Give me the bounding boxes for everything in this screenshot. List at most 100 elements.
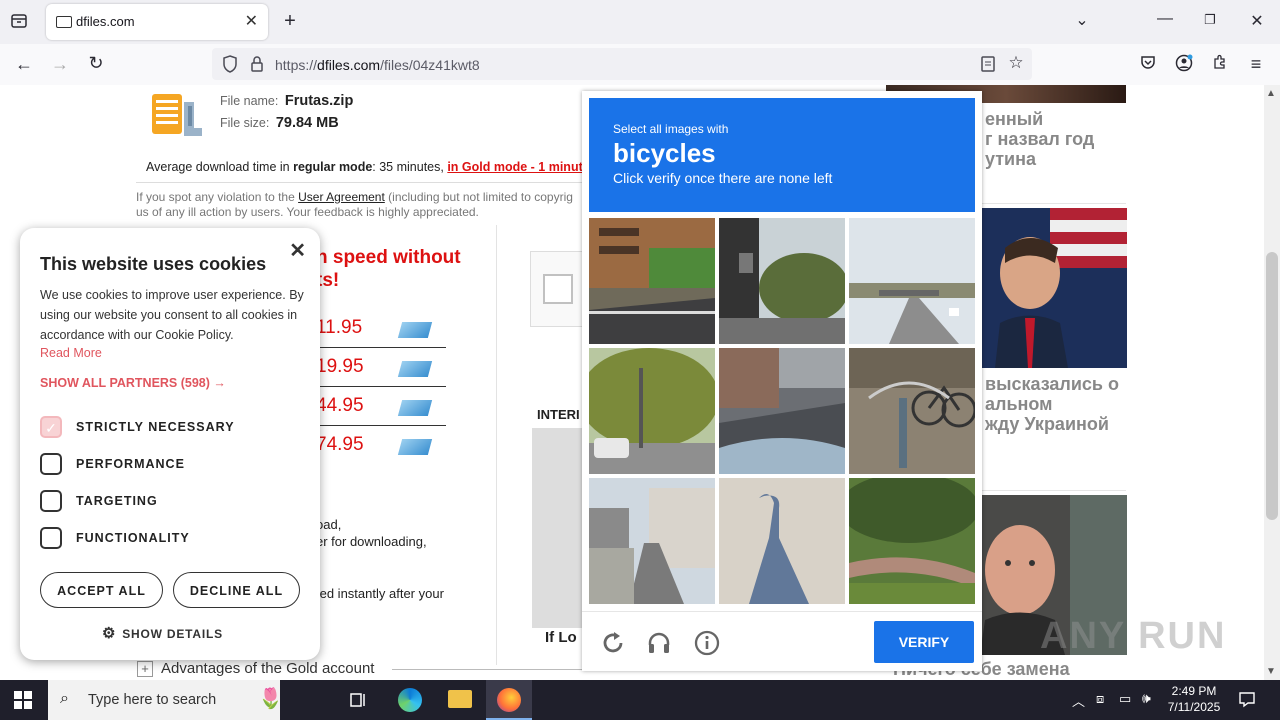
cookie-description: We use cookies to improve user experienc… — [40, 288, 304, 342]
captcha-divider — [582, 611, 982, 612]
price-row-1[interactable]: 11.95 — [316, 317, 362, 339]
captcha-tile[interactable] — [589, 478, 715, 604]
decline-all-button[interactable]: DECLINE ALL — [173, 572, 300, 608]
advantages-heading[interactable]: Advantages of the Gold account — [161, 660, 374, 677]
expand-plus-icon[interactable]: + — [137, 661, 153, 677]
verify-button[interactable]: VERIFY — [874, 621, 974, 663]
close-window-icon[interactable]: ✕ — [1247, 11, 1267, 31]
captcha-header: Select all images with bicycles Click ve… — [589, 98, 975, 212]
cookie-option-label: PERFORMANCE — [76, 457, 185, 471]
file-name-row: File name: Frutas.zip — [220, 93, 354, 109]
taskbar: ⌕ Type here to search 🌷 ︿ ⧈ ▭ 🕪 2:49 PM … — [0, 680, 1280, 720]
firefox-taskbar-button[interactable] — [486, 680, 532, 720]
column-divider — [496, 225, 497, 665]
credit-card-icon — [397, 439, 433, 455]
price-row-4[interactable]: 74.95 — [316, 434, 364, 456]
lock-icon[interactable] — [250, 55, 264, 76]
network-icon[interactable]: ▭ — [1119, 691, 1131, 707]
captcha-tile[interactable] — [719, 478, 845, 604]
cookie-option-label: STRICTLY NECESSARY — [76, 420, 235, 434]
price-divider — [316, 425, 446, 426]
show-partners-link[interactable]: SHOW ALL PARTNERS (598) → — [40, 376, 226, 390]
tracking-shield-icon[interactable] — [222, 55, 238, 76]
scroll-down-icon[interactable]: ▼ — [1266, 666, 1276, 677]
image-captcha-challenge: Select all images with bicycles Click ve… — [582, 91, 982, 671]
cookie-option-label: FUNCTIONALITY — [76, 531, 190, 545]
show-details-button[interactable]: ⚙ SHOW DETAILS — [102, 624, 223, 642]
back-icon[interactable]: ← — [14, 54, 34, 75]
watermark: ANY RUN — [1040, 615, 1227, 657]
volume-icon[interactable]: 🕪 — [1142, 690, 1151, 707]
captcha-keyword: bicycles — [613, 138, 716, 168]
article-title[interactable]: If Lo — [545, 629, 577, 646]
accept-all-button[interactable]: ACCEPT ALL — [40, 572, 163, 608]
captcha-tile[interactable] — [589, 218, 715, 344]
account-icon[interactable] — [1174, 54, 1194, 77]
restore-icon[interactable]: ❐ — [1200, 12, 1220, 28]
task-view-icon[interactable] — [350, 691, 368, 712]
chevron-down-icon[interactable]: ⌄ — [1072, 10, 1092, 30]
active-tab[interactable]: dfiles.com ✕ — [46, 4, 268, 40]
recaptcha-checkbox[interactable] — [543, 274, 573, 304]
new-tab-icon[interactable]: + — [280, 10, 300, 33]
price-value: 74.95 — [316, 434, 364, 455]
clock[interactable]: 2:49 PM 7/11/2025 — [1166, 683, 1222, 715]
checkbox[interactable] — [40, 490, 62, 512]
menu-icon[interactable]: ≡ — [1246, 54, 1266, 75]
captcha-tile[interactable] — [849, 218, 975, 344]
download-time-text: Average download time in regular mode: 3… — [146, 160, 583, 174]
checkbox[interactable] — [40, 527, 62, 549]
pocket-icon[interactable] — [1138, 54, 1158, 75]
news-title-2[interactable]: высказались о альном жду Украиной — [985, 374, 1119, 434]
video-thumbnail[interactable] — [532, 428, 584, 628]
windows-start-icon[interactable] — [14, 691, 32, 712]
captcha-tile[interactable] — [719, 218, 845, 344]
reload-challenge-icon[interactable] — [600, 630, 626, 659]
price-divider — [316, 386, 446, 387]
audio-challenge-icon[interactable] — [646, 630, 672, 659]
price-value: 11.95 — [316, 317, 363, 338]
price-divider — [316, 347, 446, 348]
archive-file-icon — [150, 90, 208, 145]
tulip-decoration-icon: 🌷 — [258, 688, 283, 710]
device-icon[interactable]: ⧈ — [1096, 691, 1104, 707]
gold-mode-link[interactable]: in Gold mode - 1 minut — [447, 160, 582, 174]
checkbox[interactable] — [40, 453, 62, 475]
divider — [392, 669, 592, 670]
cookie-title: This website uses cookies — [40, 254, 267, 274]
captcha-tile[interactable] — [719, 348, 845, 474]
captcha-tile[interactable] — [849, 348, 975, 474]
captcha-tile[interactable] — [589, 348, 715, 474]
scrollbar-thumb[interactable] — [1266, 252, 1278, 520]
close-tab-icon[interactable]: ✕ — [245, 11, 258, 31]
internet-label: INTERI — [537, 407, 580, 422]
read-more-link[interactable]: Read More — [40, 346, 102, 360]
user-agreement-link[interactable]: User Agreement — [298, 190, 385, 204]
news-title-1[interactable]: енный г назвал год утина — [985, 109, 1094, 169]
cookie-option-performance[interactable]: PERFORMANCE — [40, 453, 300, 479]
notification-icon[interactable] — [1238, 690, 1256, 711]
info-icon[interactable] — [694, 630, 720, 659]
show-hidden-icons-icon[interactable]: ︿ — [1072, 691, 1085, 710]
cookie-option-targeting[interactable]: TARGETING — [40, 490, 300, 516]
minimize-icon[interactable]: — — [1155, 10, 1175, 28]
checkmark-icon[interactable]: ✓ — [40, 416, 62, 438]
edge-browser-icon[interactable] — [398, 688, 422, 712]
reader-view-icon[interactable] — [980, 55, 996, 76]
tab-list-icon[interactable] — [8, 12, 30, 35]
news-photo[interactable] — [980, 208, 1127, 368]
price-row-3[interactable]: 44.95 — [316, 395, 364, 417]
cookie-option-strictly-necessary[interactable]: ✓ STRICTLY NECESSARY — [40, 416, 300, 442]
scroll-up-icon[interactable]: ▲ — [1266, 88, 1276, 99]
close-icon[interactable]: ✕ — [289, 238, 306, 263]
file-explorer-icon[interactable] — [448, 690, 472, 708]
captcha-tile[interactable] — [849, 478, 975, 604]
reload-icon[interactable]: ↻ — [86, 53, 106, 74]
extensions-icon[interactable] — [1210, 54, 1230, 75]
taskbar-search-box[interactable]: ⌕ Type here to search 🌷 — [48, 680, 283, 720]
clock-date: 7/11/2025 — [1167, 700, 1221, 714]
price-row-2[interactable]: 19.95 — [316, 356, 364, 378]
bookmark-star-icon[interactable]: ☆ — [1006, 53, 1026, 73]
cookie-option-functionality[interactable]: FUNCTIONALITY — [40, 527, 300, 553]
forward-icon[interactable]: → — [50, 54, 70, 75]
